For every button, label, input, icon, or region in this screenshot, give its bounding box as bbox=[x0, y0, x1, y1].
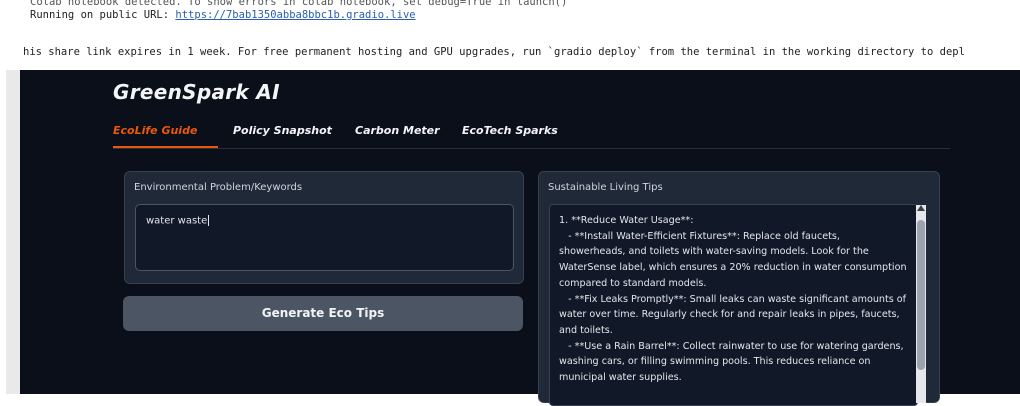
public-url-link[interactable]: https://7bab1350abba8bbc1b.gradio.live bbox=[175, 9, 415, 21]
generate-eco-tips-button[interactable]: Generate Eco Tips bbox=[123, 296, 523, 331]
output-cell-edge bbox=[6, 70, 20, 394]
tips-label: Sustainable Living Tips bbox=[548, 182, 663, 193]
scroll-up-arrow-icon[interactable] bbox=[917, 205, 925, 211]
text-caret bbox=[208, 215, 210, 226]
notebook-output: Colab notebook detected. To show errors … bbox=[0, 0, 1020, 80]
active-tab-indicator bbox=[113, 146, 218, 148]
share-link-notice: his share link expires in 1 week. For fr… bbox=[23, 46, 965, 58]
tab-bar: EcoLife Guide Policy Snapshot Carbon Met… bbox=[113, 118, 950, 149]
scroll-thumb[interactable] bbox=[917, 220, 925, 370]
tips-scrollbar[interactable] bbox=[916, 205, 926, 403]
tab-carbon-meter[interactable]: Carbon Meter bbox=[355, 124, 440, 137]
keywords-input-value: water waste bbox=[146, 215, 210, 227]
tab-ecotech-sparks[interactable]: EcoTech Sparks bbox=[462, 124, 558, 137]
tips-panel: Sustainable Living Tips 1. **Reduce Wate… bbox=[538, 171, 940, 406]
debug-notice: Colab notebook detected. To show errors … bbox=[30, 0, 568, 8]
keywords-panel: Environmental Problem/Keywords water was… bbox=[124, 171, 524, 284]
tab-policy-snapshot[interactable]: Policy Snapshot bbox=[233, 124, 332, 137]
tips-output[interactable]: 1. **Reduce Water Usage**: - **Install W… bbox=[549, 204, 918, 406]
keywords-input[interactable]: water waste bbox=[135, 204, 514, 271]
keywords-label: Environmental Problem/Keywords bbox=[134, 182, 303, 193]
running-prefix: Running on public URL: bbox=[30, 9, 176, 21]
tab-ecolife-guide[interactable]: EcoLife Guide bbox=[113, 124, 197, 137]
running-url-line: Running on public URL: https://7bab1350a… bbox=[30, 9, 416, 21]
tips-output-text: 1. **Reduce Water Usage**: - **Install W… bbox=[559, 215, 907, 384]
app-title: GreenSpark AI bbox=[113, 80, 280, 104]
